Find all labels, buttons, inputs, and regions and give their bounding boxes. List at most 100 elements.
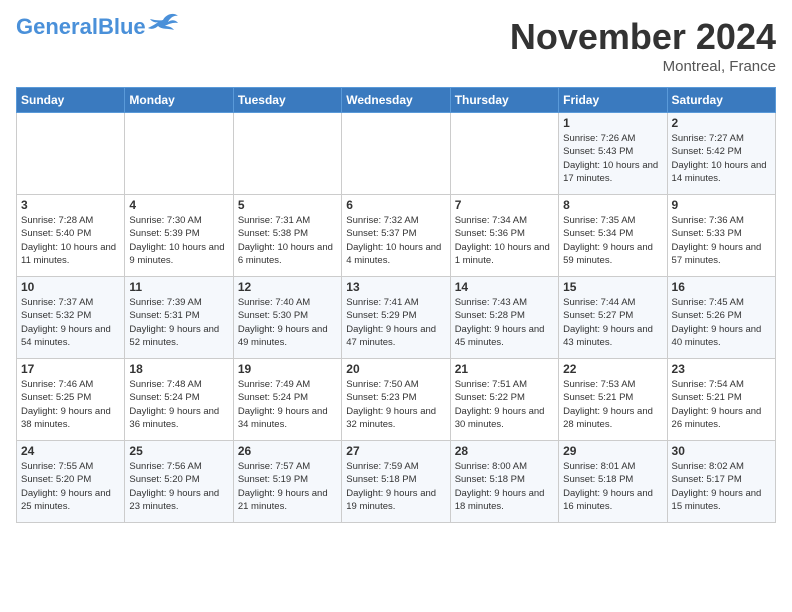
calendar-cell: 30 Sunrise: 8:02 AM Sunset: 5:17 PM Dayli… [667,441,775,523]
calendar-cell: 17Sunrise: 7:46 AM Sunset: 5:25 PM Dayli… [17,359,125,441]
day-info: Sunrise: 7:37 AM Sunset: 5:32 PM Dayligh… [21,296,120,349]
calendar-cell: 12 Sunrise: 7:40 AM Sunset: 5:30 PM Dayli… [233,277,341,359]
calendar-cell: 11 Sunrise: 7:39 AM Sunset: 5:31 PM Dayli… [125,277,233,359]
calendar-cell: 3 Sunrise: 7:28 AM Sunset: 5:40 PM Daylig… [17,195,125,277]
day-info: Sunrise: 7:49 AM Sunset: 5:24 PM Dayligh… [238,378,337,431]
calendar-cell: 4 Sunrise: 7:30 AM Sunset: 5:39 PM Daylig… [125,195,233,277]
day-info: Sunrise: 7:36 AM Sunset: 5:33 PM Dayligh… [672,214,771,267]
day-number: 10 [21,280,120,294]
calendar-cell: 14Sunrise: 7:43 AM Sunset: 5:28 PM Dayli… [450,277,558,359]
calendar-cell [342,113,450,195]
logo-general: General [16,14,98,39]
day-number: 18 [129,362,228,376]
day-header-monday: Monday [125,88,233,113]
title-block: November 2024 Montreal, France [510,16,776,75]
day-number: 4 [129,198,228,212]
day-header-saturday: Saturday [667,88,775,113]
day-number: 15 [563,280,662,294]
week-row-4: 17Sunrise: 7:46 AM Sunset: 5:25 PM Dayli… [17,359,776,441]
day-number: 27 [346,444,445,458]
logo-text: GeneralBlue [16,16,146,38]
day-number: 28 [455,444,554,458]
calendar-body: 1 Sunrise: 7:26 AM Sunset: 5:43 PM Daylig… [17,113,776,523]
week-row-2: 3 Sunrise: 7:28 AM Sunset: 5:40 PM Daylig… [17,195,776,277]
calendar-cell: 27 Sunrise: 7:59 AM Sunset: 5:18 PM Dayli… [342,441,450,523]
calendar-cell: 5 Sunrise: 7:31 AM Sunset: 5:38 PM Daylig… [233,195,341,277]
calendar-cell: 29Sunrise: 8:01 AM Sunset: 5:18 PM Dayli… [559,441,667,523]
calendar-cell: 13 Sunrise: 7:41 AM Sunset: 5:29 PM Dayli… [342,277,450,359]
day-number: 13 [346,280,445,294]
calendar-cell: 7Sunrise: 7:34 AM Sunset: 5:36 PM Daylig… [450,195,558,277]
logo-blue: Blue [98,14,146,39]
calendar-cell [125,113,233,195]
day-info: Sunrise: 7:35 AM Sunset: 5:34 PM Dayligh… [563,214,662,267]
day-info: Sunrise: 7:46 AM Sunset: 5:25 PM Dayligh… [21,378,120,431]
calendar-cell [17,113,125,195]
week-row-1: 1 Sunrise: 7:26 AM Sunset: 5:43 PM Daylig… [17,113,776,195]
calendar-cell: 6Sunrise: 7:32 AM Sunset: 5:37 PM Daylig… [342,195,450,277]
day-info: Sunrise: 7:55 AM Sunset: 5:20 PM Dayligh… [21,460,120,513]
calendar-cell: 19Sunrise: 7:49 AM Sunset: 5:24 PM Dayli… [233,359,341,441]
day-info: Sunrise: 7:27 AM Sunset: 5:42 PM Dayligh… [672,132,771,185]
calendar-cell [450,113,558,195]
calendar-cell: 8 Sunrise: 7:35 AM Sunset: 5:34 PM Daylig… [559,195,667,277]
day-info: Sunrise: 7:44 AM Sunset: 5:27 PM Dayligh… [563,296,662,349]
calendar-cell: 24 Sunrise: 7:55 AM Sunset: 5:20 PM Dayli… [17,441,125,523]
page-header: GeneralBlue November 2024 Montreal, Fran… [16,16,776,75]
day-info: Sunrise: 7:54 AM Sunset: 5:21 PM Dayligh… [672,378,771,431]
location: Montreal, France [510,58,776,75]
calendar-cell: 25Sunrise: 7:56 AM Sunset: 5:20 PM Dayli… [125,441,233,523]
day-info: Sunrise: 7:34 AM Sunset: 5:36 PM Dayligh… [455,214,554,267]
calendar-cell: 2 Sunrise: 7:27 AM Sunset: 5:42 PM Daylig… [667,113,775,195]
day-info: Sunrise: 7:48 AM Sunset: 5:24 PM Dayligh… [129,378,228,431]
calendar-cell: 22Sunrise: 7:53 AM Sunset: 5:21 PM Dayli… [559,359,667,441]
day-info: Sunrise: 8:01 AM Sunset: 5:18 PM Dayligh… [563,460,662,513]
day-info: Sunrise: 7:30 AM Sunset: 5:39 PM Dayligh… [129,214,228,267]
calendar-table: SundayMondayTuesdayWednesdayThursdayFrid… [16,87,776,523]
day-number: 12 [238,280,337,294]
day-info: Sunrise: 7:53 AM Sunset: 5:21 PM Dayligh… [563,378,662,431]
day-info: Sunrise: 7:50 AM Sunset: 5:23 PM Dayligh… [346,378,445,431]
day-header-sunday: Sunday [17,88,125,113]
day-number: 30 [672,444,771,458]
day-info: Sunrise: 7:28 AM Sunset: 5:40 PM Dayligh… [21,214,120,267]
calendar-cell: 16Sunrise: 7:45 AM Sunset: 5:26 PM Dayli… [667,277,775,359]
day-info: Sunrise: 7:31 AM Sunset: 5:38 PM Dayligh… [238,214,337,267]
day-info: Sunrise: 7:59 AM Sunset: 5:18 PM Dayligh… [346,460,445,513]
calendar-header: SundayMondayTuesdayWednesdayThursdayFrid… [17,88,776,113]
day-number: 9 [672,198,771,212]
day-info: Sunrise: 8:02 AM Sunset: 5:17 PM Dayligh… [672,460,771,513]
day-info: Sunrise: 7:56 AM Sunset: 5:20 PM Dayligh… [129,460,228,513]
day-number: 2 [672,116,771,130]
day-number: 1 [563,116,662,130]
day-info: Sunrise: 7:40 AM Sunset: 5:30 PM Dayligh… [238,296,337,349]
day-number: 16 [672,280,771,294]
calendar-cell: 28 Sunrise: 8:00 AM Sunset: 5:18 PM Dayli… [450,441,558,523]
day-info: Sunrise: 7:26 AM Sunset: 5:43 PM Dayligh… [563,132,662,185]
day-header-thursday: Thursday [450,88,558,113]
day-header-tuesday: Tuesday [233,88,341,113]
calendar-cell: 20Sunrise: 7:50 AM Sunset: 5:23 PM Dayli… [342,359,450,441]
day-number: 8 [563,198,662,212]
month-title: November 2024 [510,16,776,58]
calendar-cell: 10 Sunrise: 7:37 AM Sunset: 5:32 PM Dayli… [17,277,125,359]
day-number: 23 [672,362,771,376]
day-number: 3 [21,198,120,212]
day-header-friday: Friday [559,88,667,113]
logo-bird-icon [148,12,178,34]
day-number: 26 [238,444,337,458]
day-info: Sunrise: 7:39 AM Sunset: 5:31 PM Dayligh… [129,296,228,349]
calendar-cell: 18 Sunrise: 7:48 AM Sunset: 5:24 PM Dayli… [125,359,233,441]
day-info: Sunrise: 8:00 AM Sunset: 5:18 PM Dayligh… [455,460,554,513]
day-header-wednesday: Wednesday [342,88,450,113]
calendar-cell: 21Sunrise: 7:51 AM Sunset: 5:22 PM Dayli… [450,359,558,441]
calendar-cell: 1 Sunrise: 7:26 AM Sunset: 5:43 PM Daylig… [559,113,667,195]
day-info: Sunrise: 7:41 AM Sunset: 5:29 PM Dayligh… [346,296,445,349]
day-info: Sunrise: 7:51 AM Sunset: 5:22 PM Dayligh… [455,378,554,431]
day-number: 11 [129,280,228,294]
calendar-cell [233,113,341,195]
day-number: 24 [21,444,120,458]
day-number: 5 [238,198,337,212]
week-row-3: 10 Sunrise: 7:37 AM Sunset: 5:32 PM Dayli… [17,277,776,359]
day-info: Sunrise: 7:32 AM Sunset: 5:37 PM Dayligh… [346,214,445,267]
